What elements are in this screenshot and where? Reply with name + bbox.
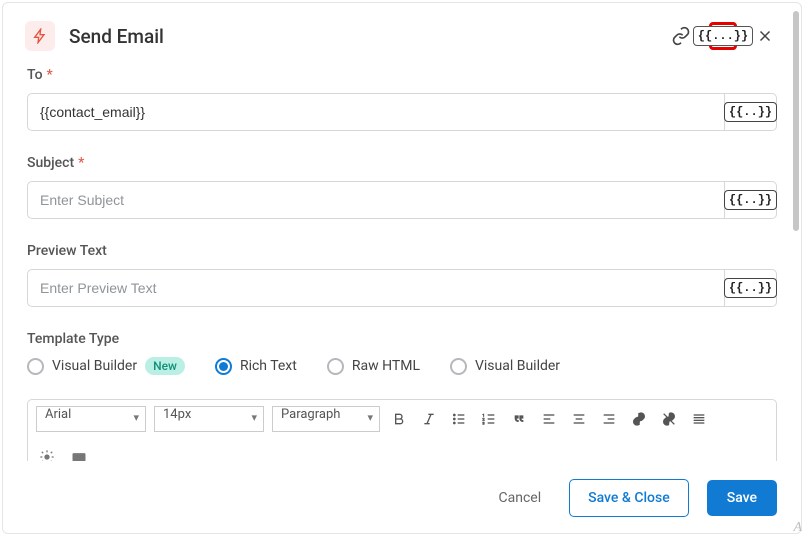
- input-row-to: {{..}}: [27, 93, 777, 131]
- radio-icon: [215, 358, 232, 375]
- align-justify-icon[interactable]: [688, 408, 710, 430]
- align-left-icon[interactable]: [538, 408, 560, 430]
- bold-icon[interactable]: [388, 408, 410, 430]
- save-button[interactable]: Save: [707, 480, 777, 516]
- variables-header-button[interactable]: {{...}}: [709, 22, 737, 50]
- bolt-icon: [25, 21, 55, 51]
- cancel-button[interactable]: Cancel: [489, 482, 552, 514]
- variable-token-icon: {{..}}: [724, 278, 777, 298]
- modal-body: To* {{..}} Subject* {{..}} Preview Text: [3, 63, 801, 461]
- editor-toolbar: Arial 14px Paragraph 123: [27, 399, 777, 461]
- label-subject: Subject*: [27, 155, 777, 171]
- quote-icon[interactable]: [508, 408, 530, 430]
- field-preview: Preview Text {{..}}: [27, 243, 777, 307]
- unlink-icon[interactable]: [658, 408, 680, 430]
- block-format-select[interactable]: Paragraph: [272, 406, 380, 432]
- variable-token-icon: {{..}}: [724, 102, 777, 122]
- label-template-type: Template Type: [27, 331, 777, 347]
- link-icon[interactable]: [667, 22, 695, 50]
- label-to: To*: [27, 67, 777, 83]
- label-preview: Preview Text: [27, 243, 777, 259]
- input-row-subject: {{..}}: [27, 181, 777, 219]
- required-marker: *: [47, 67, 53, 83]
- to-input[interactable]: [28, 94, 724, 130]
- field-to: To* {{..}}: [27, 67, 777, 131]
- radio-rich-text[interactable]: Rich Text: [215, 358, 297, 375]
- radio-icon: [327, 358, 344, 375]
- to-variables-button[interactable]: {{..}}: [724, 94, 776, 130]
- radio-icon: [450, 358, 467, 375]
- variable-token-icon: {{..}}: [724, 190, 777, 210]
- input-row-preview: {{..}}: [27, 269, 777, 307]
- radio-icon: [27, 358, 44, 375]
- italic-icon[interactable]: [418, 408, 440, 430]
- preview-input[interactable]: [28, 270, 724, 306]
- watermark-icon: A: [793, 520, 802, 536]
- header-actions: {{...}}: [667, 22, 779, 50]
- align-center-icon[interactable]: [568, 408, 590, 430]
- align-right-icon[interactable]: [598, 408, 620, 430]
- insert-link-icon[interactable]: [628, 408, 650, 430]
- scrollbar-thumb[interactable]: [793, 11, 799, 231]
- variable-token-icon: {{...}}: [693, 26, 753, 46]
- field-template-type: Template Type Visual Builder New Rich Te…: [27, 331, 777, 375]
- new-badge: New: [145, 357, 185, 375]
- modal-footer: Cancel Save & Close Save: [3, 463, 801, 533]
- keyboard-icon[interactable]: [68, 446, 90, 461]
- send-email-modal: Send Email {{...}} To* {{..}}: [2, 2, 802, 534]
- close-button[interactable]: [751, 22, 779, 50]
- subject-input[interactable]: [28, 182, 724, 218]
- radio-visual-builder-new[interactable]: Visual Builder New: [27, 357, 185, 375]
- font-select[interactable]: Arial: [36, 406, 146, 432]
- settings-gear-icon[interactable]: [36, 446, 58, 461]
- font-size-select[interactable]: 14px: [154, 406, 264, 432]
- radio-raw-html[interactable]: Raw HTML: [327, 358, 420, 375]
- modal-header: Send Email {{...}}: [3, 3, 801, 63]
- radio-visual-builder[interactable]: Visual Builder: [450, 358, 560, 375]
- svg-text:3: 3: [482, 420, 484, 425]
- template-type-options: Visual Builder New Rich Text Raw HTML Vi…: [27, 357, 777, 375]
- required-marker: *: [78, 155, 84, 171]
- preview-variables-button[interactable]: {{..}}: [724, 270, 776, 306]
- numbered-list-icon[interactable]: 123: [478, 408, 500, 430]
- bullet-list-icon[interactable]: [448, 408, 470, 430]
- save-close-button[interactable]: Save & Close: [569, 479, 689, 517]
- subject-variables-button[interactable]: {{..}}: [724, 182, 776, 218]
- modal-title: Send Email: [69, 25, 667, 48]
- field-subject: Subject* {{..}}: [27, 155, 777, 219]
